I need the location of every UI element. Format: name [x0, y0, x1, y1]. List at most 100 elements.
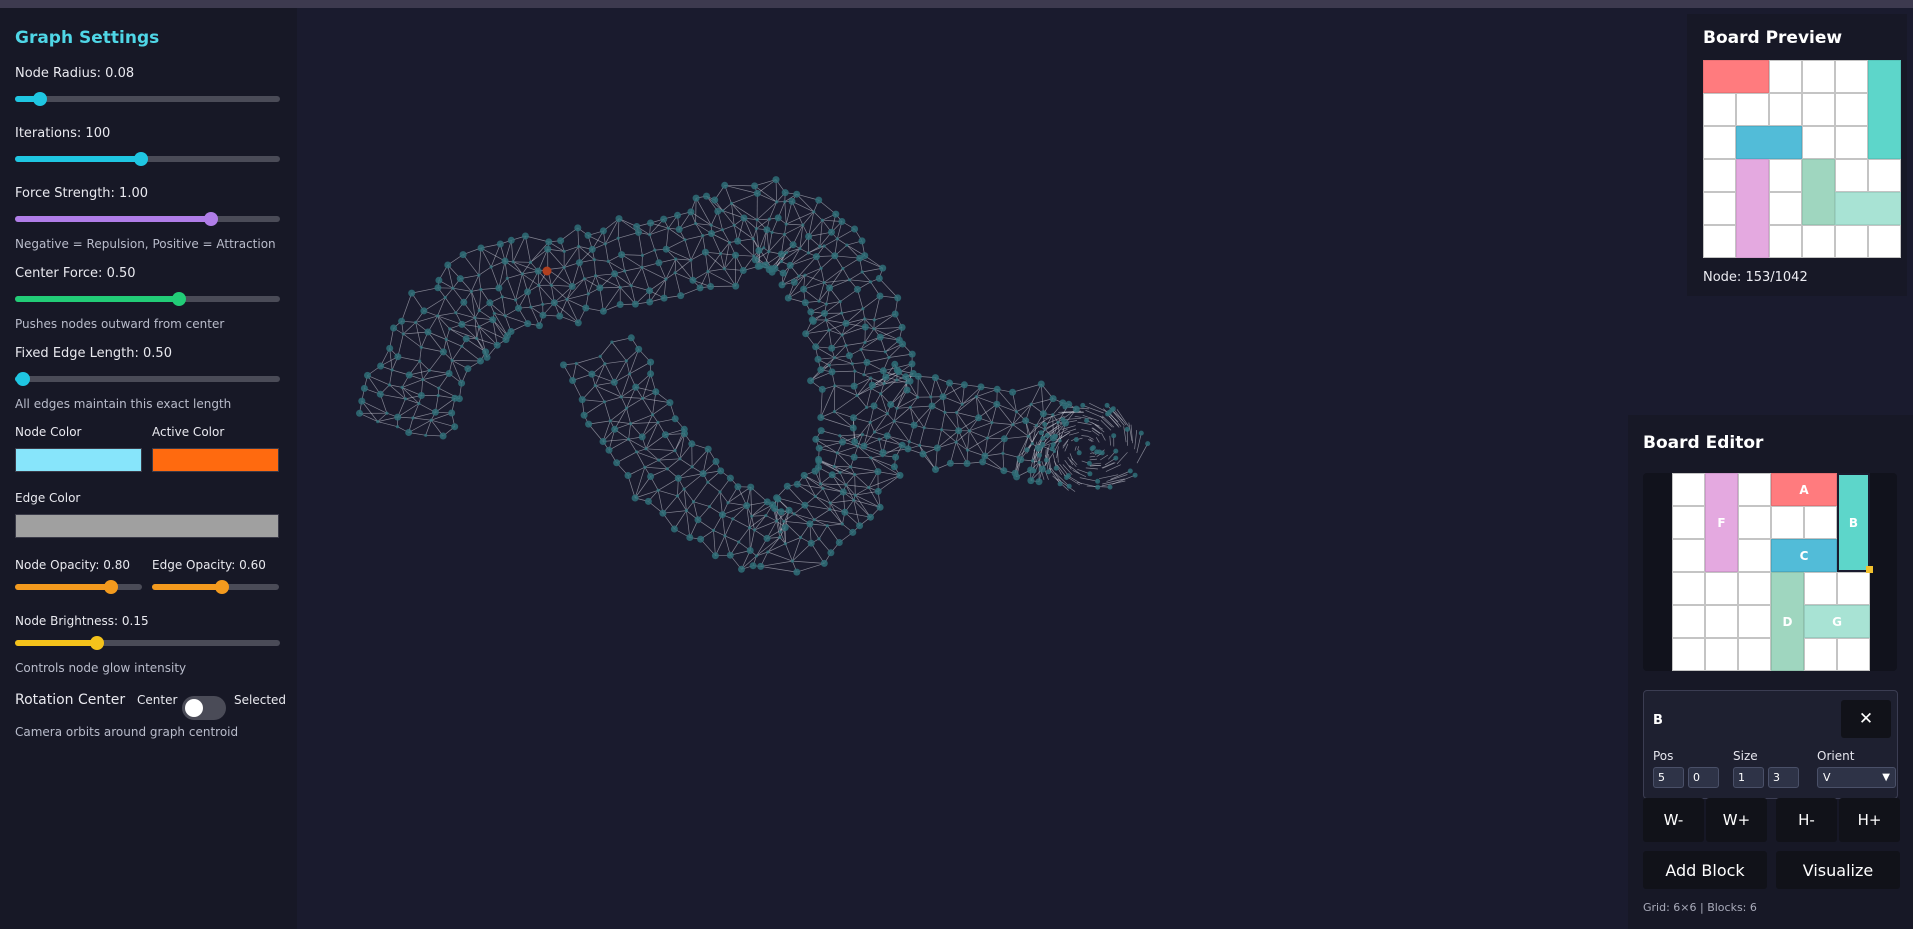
- graph-node[interactable]: [1066, 483, 1072, 489]
- resize-handle[interactable]: [1866, 566, 1873, 573]
- graph-node[interactable]: [1073, 437, 1079, 443]
- graph-node[interactable]: [1027, 477, 1035, 485]
- graph-node[interactable]: [767, 250, 771, 254]
- graph-node[interactable]: [1094, 449, 1100, 455]
- board-cell[interactable]: [1672, 473, 1705, 506]
- graph-node[interactable]: [703, 192, 710, 200]
- graph-node[interactable]: [718, 490, 722, 494]
- graph-node[interactable]: [732, 251, 739, 259]
- block-f[interactable]: F: [1705, 473, 1738, 572]
- graph-node[interactable]: [784, 251, 788, 255]
- graph-node[interactable]: [627, 437, 631, 441]
- graph-node[interactable]: [891, 310, 899, 318]
- board-cell[interactable]: [1672, 539, 1705, 572]
- graph-node[interactable]: [448, 409, 456, 417]
- graph-node[interactable]: [424, 328, 432, 336]
- graph-node[interactable]: [646, 298, 654, 306]
- board-cell[interactable]: [1837, 638, 1870, 671]
- graph-node[interactable]: [641, 396, 645, 400]
- graph-node[interactable]: [854, 285, 861, 293]
- graph-node[interactable]: [967, 429, 971, 433]
- graph-node[interactable]: [826, 284, 834, 292]
- graph-node[interactable]: [578, 396, 586, 404]
- graph-node[interactable]: [550, 299, 558, 307]
- graph-node[interactable]: [785, 506, 793, 514]
- graph-node[interactable]: [623, 269, 627, 273]
- graph-node[interactable]: [628, 372, 632, 376]
- graph-node[interactable]: [691, 500, 696, 504]
- edge-opacity-thumb[interactable]: [215, 580, 229, 594]
- graph-node[interactable]: [955, 427, 963, 435]
- graph-node[interactable]: [870, 402, 878, 410]
- graph-node[interactable]: [673, 271, 677, 275]
- graph-node[interactable]: [789, 241, 797, 249]
- graph-node[interactable]: [765, 266, 773, 274]
- graph-node[interactable]: [895, 406, 899, 410]
- graph-node[interactable]: [784, 222, 788, 226]
- graph-node[interactable]: [876, 503, 884, 511]
- graph-node[interactable]: [963, 460, 971, 467]
- graph-node[interactable]: [431, 408, 439, 416]
- graph-node[interactable]: [569, 377, 577, 384]
- graph-node[interactable]: [778, 530, 782, 534]
- graph-node[interactable]: [824, 302, 829, 306]
- graph-node[interactable]: [1056, 420, 1060, 424]
- graph-node[interactable]: [520, 272, 524, 276]
- graph-node[interactable]: [1095, 484, 1101, 490]
- graph-node[interactable]: [793, 190, 801, 198]
- graph-node[interactable]: [812, 518, 816, 522]
- graph-node[interactable]: [902, 373, 910, 381]
- graph-node[interactable]: [1086, 460, 1092, 466]
- graph-node[interactable]: [975, 414, 983, 422]
- graph-node[interactable]: [751, 237, 755, 241]
- graph-node[interactable]: [599, 227, 607, 235]
- graph-node[interactable]: [511, 260, 515, 264]
- graph-node[interactable]: [775, 200, 779, 204]
- graph-node[interactable]: [427, 368, 431, 372]
- graph-node[interactable]: [1030, 442, 1034, 446]
- graph-node[interactable]: [385, 411, 389, 415]
- graph-node[interactable]: [747, 483, 755, 491]
- size-h-input[interactable]: 3: [1768, 767, 1799, 788]
- graph-node[interactable]: [800, 471, 808, 479]
- graph-node[interactable]: [773, 494, 781, 502]
- board-cell[interactable]: [1705, 572, 1738, 605]
- graph-node[interactable]: [767, 217, 771, 221]
- graph-node[interactable]: [1145, 441, 1151, 447]
- graph-node[interactable]: [390, 324, 398, 332]
- graph-node[interactable]: [751, 182, 759, 190]
- graph-node[interactable]: [933, 444, 941, 452]
- graph-node[interactable]: [1043, 457, 1049, 463]
- graph-node[interactable]: [892, 419, 896, 423]
- graph-node[interactable]: [818, 244, 822, 248]
- graph-node[interactable]: [469, 289, 473, 293]
- graph-node[interactable]: [863, 340, 867, 345]
- graph-node[interactable]: [580, 411, 588, 419]
- graph-node[interactable]: [850, 453, 858, 461]
- board-cell[interactable]: [1672, 506, 1705, 539]
- graph-node[interactable]: [486, 299, 494, 307]
- graph-node[interactable]: [711, 552, 719, 560]
- graph-node[interactable]: [528, 260, 533, 264]
- board-cell[interactable]: [1705, 605, 1738, 638]
- graph-node[interactable]: [643, 465, 647, 469]
- graph-node[interactable]: [763, 534, 771, 542]
- graph-node[interactable]: [664, 277, 668, 281]
- graph-node[interactable]: [835, 539, 843, 546]
- graph-node[interactable]: [807, 308, 815, 316]
- graph-node[interactable]: [747, 526, 752, 530]
- graph-node[interactable]: [712, 458, 720, 465]
- graph-node[interactable]: [648, 233, 652, 237]
- graph-node[interactable]: [689, 276, 697, 284]
- graph-node[interactable]: [894, 294, 902, 302]
- graph-node[interactable]: [729, 201, 734, 205]
- node-opacity-thumb[interactable]: [104, 580, 118, 594]
- graph-node[interactable]: [801, 299, 809, 307]
- graph-node[interactable]: [539, 311, 547, 319]
- graph-node[interactable]: [656, 420, 660, 424]
- graph-node[interactable]: [429, 418, 433, 422]
- graph-node[interactable]: [556, 312, 564, 320]
- graph-node[interactable]: [783, 200, 787, 204]
- graph-node[interactable]: [868, 420, 872, 424]
- graph-node[interactable]: [822, 281, 826, 285]
